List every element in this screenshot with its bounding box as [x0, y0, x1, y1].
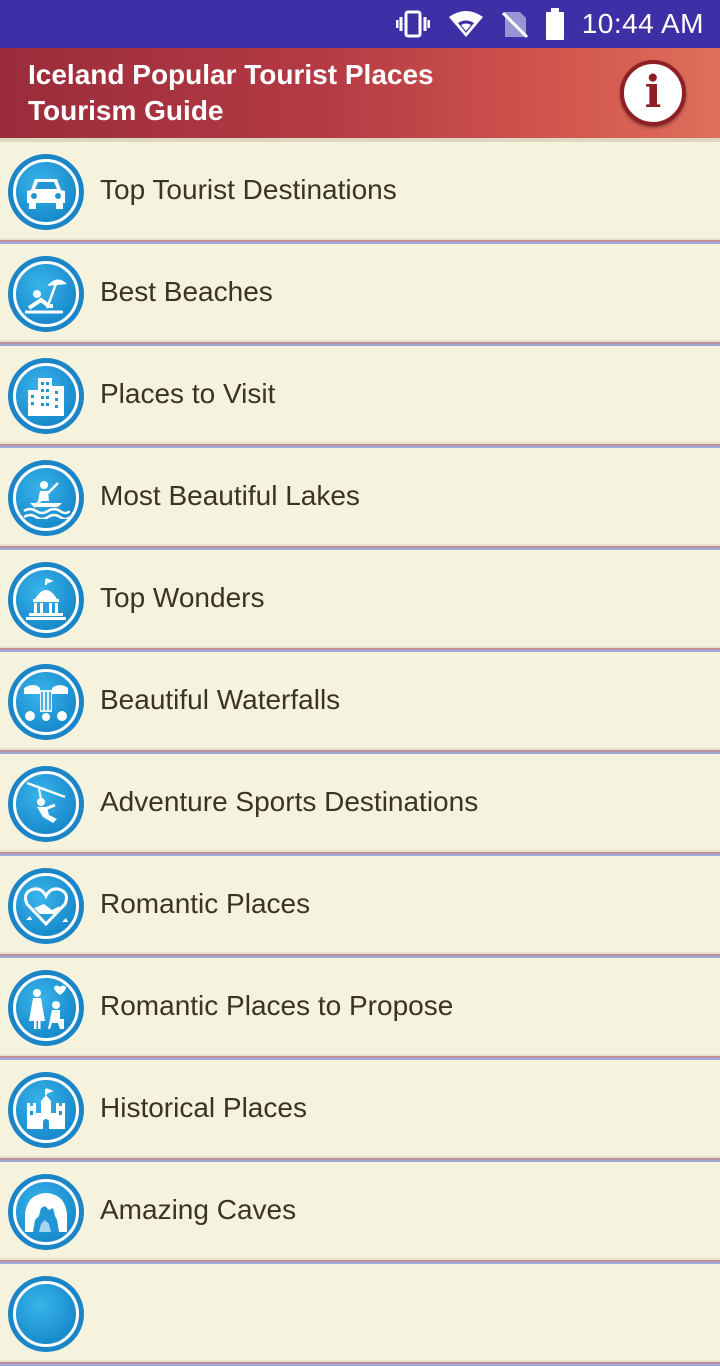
list-item-historical-places[interactable]: Historical Places: [0, 1060, 720, 1162]
list-item-label: Adventure Sports Destinations: [100, 786, 479, 817]
heart-couple-icon: [8, 868, 84, 944]
list-item-partial[interactable]: [0, 1264, 720, 1366]
list-item-romantic-places[interactable]: Romantic Places: [0, 856, 720, 958]
info-icon: i: [644, 67, 662, 118]
list-item-label: Top Wonders: [100, 582, 265, 613]
list-item-best-beaches[interactable]: Best Beaches: [0, 244, 720, 346]
list-item-label: Romantic Places to Propose: [100, 990, 454, 1021]
status-time: 10:44 AM: [581, 8, 704, 39]
list-item-amazing-caves[interactable]: Amazing Caves: [0, 1162, 720, 1264]
list-item-label: Most Beautiful Lakes: [100, 480, 360, 511]
car-icon: [8, 154, 84, 230]
page-title: Iceland Popular Tourist Places Tourism G…: [28, 57, 434, 129]
battery-icon: [545, 8, 564, 40]
proposal-icon: [8, 970, 84, 1046]
partial-icon: [8, 1276, 84, 1352]
list-item-top-wonders[interactable]: Top Wonders: [0, 550, 720, 652]
vibrate-icon: [395, 9, 430, 39]
list-item-top-tourist-destinations[interactable]: Top Tourist Destinations: [0, 142, 720, 244]
list-item-label: Beautiful Waterfalls: [100, 684, 341, 715]
title-line-2: Tourism Guide: [28, 95, 224, 126]
cave-icon: [8, 1174, 84, 1250]
status-bar: 10:44 AM: [0, 0, 720, 48]
list-item-most-beautiful-lakes[interactable]: Most Beautiful Lakes: [0, 448, 720, 550]
waterfall-icon: [8, 664, 84, 740]
city-buildings-icon: [8, 358, 84, 434]
list-item-label: Places to Visit: [100, 378, 276, 409]
list-item-label: Romantic Places: [100, 888, 311, 919]
no-sim-icon: [501, 9, 528, 39]
list-item-romantic-places-to-propose[interactable]: Romantic Places to Propose: [0, 958, 720, 1060]
list-item-label: Historical Places: [100, 1092, 307, 1123]
list-item-beautiful-waterfalls[interactable]: Beautiful Waterfalls: [0, 652, 720, 754]
castle-icon: [8, 1072, 84, 1148]
menu-list: Top Tourist Destinations Best Beaches Pl…: [0, 142, 720, 1366]
kayak-icon: [8, 460, 84, 536]
capitol-dome-icon: [8, 562, 84, 638]
list-item-adventure-sports-destinations[interactable]: Adventure Sports Destinations: [0, 754, 720, 856]
info-button[interactable]: i: [620, 60, 686, 126]
list-item-places-to-visit[interactable]: Places to Visit: [0, 346, 720, 448]
zipline-icon: [8, 766, 84, 842]
list-item-label: Top Tourist Destinations: [100, 174, 397, 205]
title-line-1: Iceland Popular Tourist Places: [28, 59, 434, 90]
beach-umbrella-icon: [8, 256, 84, 332]
list-item-label: Best Beaches: [100, 276, 273, 307]
wifi-icon: [448, 9, 484, 39]
app-bar: Iceland Popular Tourist Places Tourism G…: [0, 48, 720, 138]
list-item-label: Amazing Caves: [100, 1194, 297, 1225]
